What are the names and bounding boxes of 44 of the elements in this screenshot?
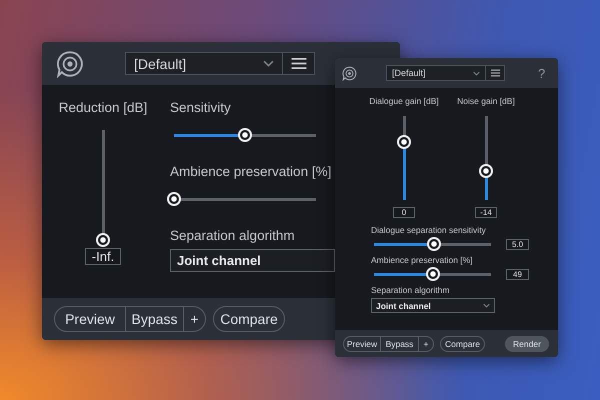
value-field[interactable]: 0 <box>393 207 415 218</box>
caret-icon <box>483 303 490 308</box>
menu-button[interactable] <box>486 65 505 81</box>
preset-dropdown[interactable]: [Default] <box>125 52 283 75</box>
toolbar-button[interactable]: + <box>419 336 434 352</box>
menu-button[interactable] <box>283 52 315 75</box>
value-field[interactable]: -Inf. <box>85 248 121 265</box>
slider-thumb[interactable] <box>96 233 110 247</box>
slider-label: Dialogue gain [dB] <box>369 96 439 107</box>
caret-icon <box>263 60 274 67</box>
toolbar-button[interactable]: + <box>184 306 206 332</box>
value-field[interactable]: -14 <box>475 207 497 218</box>
toolbar-button[interactable]: Preview <box>343 336 381 352</box>
slider-thumb[interactable] <box>479 164 493 178</box>
slider-label: Sensitivity <box>170 99 232 117</box>
algorithm-dropdown[interactable]: Joint channel <box>170 249 335 272</box>
slider-thumb[interactable] <box>426 267 440 281</box>
render-button[interactable]: Render <box>505 336 549 352</box>
dropdown-label: Separation algorithm <box>170 227 296 245</box>
slider-thumb[interactable] <box>426 237 441 251</box>
help-icon[interactable]: ? <box>538 66 546 80</box>
compare-button[interactable]: Compare <box>213 306 285 332</box>
speech-bubble-icon <box>342 66 357 80</box>
slider-label: Noise gain [dB] <box>457 96 515 107</box>
slider-label: Dialogue separation sensitivity <box>371 225 487 236</box>
menu-icon <box>290 57 308 70</box>
slider-label: Ambience preservation [%] <box>170 163 332 181</box>
toolbar-button[interactable]: Preview <box>54 306 126 332</box>
dropdown-label: Separation algorithm <box>371 285 450 296</box>
slider-label: Ambience preservation [%] <box>371 255 474 266</box>
value-field[interactable]: 49 <box>506 268 529 280</box>
slider-thumb[interactable] <box>397 135 411 150</box>
slider-label: Reduction [dB] <box>58 99 148 117</box>
value-field[interactable]: 5.0 <box>506 238 529 250</box>
menu-icon <box>490 69 500 77</box>
toolbar-button[interactable]: Bypass <box>126 306 184 332</box>
slider-thumb[interactable] <box>167 192 181 206</box>
preset-dropdown[interactable]: [Default] <box>386 65 486 81</box>
speech-bubble-icon <box>56 50 84 78</box>
algorithm-dropdown[interactable]: Joint channel <box>371 298 495 313</box>
compare-button[interactable]: Compare <box>440 336 485 352</box>
slider-thumb[interactable] <box>238 128 252 142</box>
toolbar-button[interactable]: Bypass <box>381 336 419 352</box>
caret-icon <box>473 70 480 76</box>
